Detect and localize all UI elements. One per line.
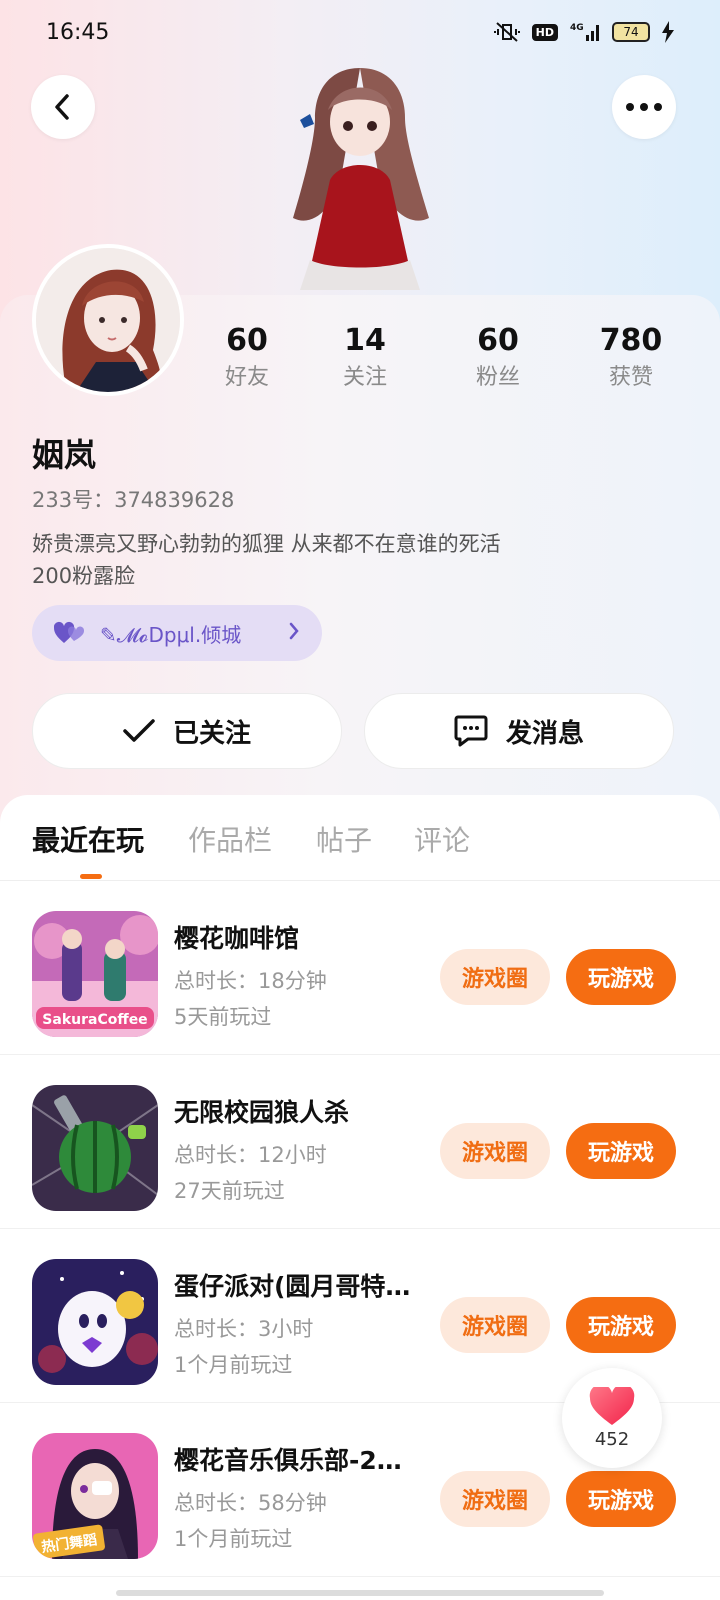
followed-label: 已关注 bbox=[172, 718, 251, 749]
game-title: 无限校园狼人杀 bbox=[174, 1098, 350, 1127]
game-duration: 总时长：3小时 bbox=[174, 1317, 314, 1341]
profile-id[interactable]: 233号：374839628 bbox=[32, 484, 234, 514]
tab-comments[interactable]: 评论 bbox=[414, 819, 470, 859]
play-game-button[interactable]: 玩游戏 bbox=[566, 1471, 676, 1527]
content-section: 最近在玩 作品栏 帖子 评论 SakuraCoffee 樱花咖啡馆 总时长：18… bbox=[0, 795, 720, 1600]
profile-name: 姻岚 bbox=[32, 436, 97, 474]
svg-text:4G: 4G bbox=[570, 23, 584, 33]
butterfly-icon bbox=[300, 114, 314, 128]
game-circle-button[interactable]: 游戏圈 bbox=[440, 1297, 550, 1353]
stat-value: 60 bbox=[477, 323, 519, 358]
status-bar: 16:45 HD 4G 74 bbox=[0, 0, 720, 64]
game-title: 樱花咖啡馆 bbox=[174, 924, 300, 953]
profile-bio: 娇贵漂亮又野心勃勃的狐狸 从来都不在意谁的死活 200粉露脸 bbox=[32, 528, 672, 592]
back-button[interactable] bbox=[31, 75, 95, 139]
tab-active-indicator bbox=[80, 874, 102, 879]
sakura-logo-text: SakuraCoffee bbox=[42, 1012, 147, 1028]
game-title: 蛋仔派对(圆月哥特… bbox=[174, 1272, 411, 1301]
sakura-coffee-icon[interactable]: SakuraCoffee bbox=[32, 911, 158, 1037]
tab-bar: 最近在玩 作品栏 帖子 评论 bbox=[0, 795, 720, 881]
game-list-item[interactable]: SakuraCoffee 樱花咖啡馆 总时长：18分钟 5天前玩过 游戏圈 玩游… bbox=[0, 881, 720, 1055]
game-list-item[interactable]: 无限校园狼人杀 总时长：12小时 27天前玩过 游戏圈 玩游戏 bbox=[0, 1055, 720, 1229]
stat-label: 获赞 bbox=[608, 365, 653, 390]
chevron-left-icon bbox=[55, 94, 69, 120]
stat-label: 粉丝 bbox=[475, 365, 520, 390]
followed-button[interactable]: 已关注 bbox=[32, 693, 342, 769]
stat-following[interactable]: 14 关注 bbox=[315, 322, 415, 396]
game-circle-button[interactable]: 游戏圈 bbox=[440, 1471, 550, 1527]
character-model-image bbox=[270, 60, 450, 300]
like-button[interactable]: 452 bbox=[562, 1368, 662, 1468]
game-last-played: 1个月前玩过 bbox=[174, 1353, 293, 1377]
profile-stats: 60 好友 14 关注 60 粉丝 780 获赞 bbox=[0, 322, 720, 402]
heart-icon bbox=[589, 1386, 635, 1425]
home-indicator bbox=[116, 1590, 604, 1596]
game-last-played: 1个月前玩过 bbox=[174, 1527, 293, 1551]
stat-value: 60 bbox=[226, 323, 268, 358]
music-club-icon[interactable]: 热门舞蹈 bbox=[32, 1433, 158, 1559]
play-game-button[interactable]: 玩游戏 bbox=[566, 1297, 676, 1353]
tab-posts[interactable]: 帖子 bbox=[316, 819, 372, 859]
guild-badge[interactable]: ✎𝓜𝓸Dpμl.倾城 bbox=[32, 605, 322, 661]
tab-recently-played[interactable]: 最近在玩 bbox=[32, 819, 144, 859]
game-duration: 总时长：58分钟 bbox=[174, 1491, 327, 1515]
vibrate-mute-icon bbox=[493, 21, 520, 43]
stat-value: 780 bbox=[599, 323, 663, 358]
stat-friends[interactable]: 60 好友 bbox=[197, 322, 297, 396]
game-duration: 总时长：18分钟 bbox=[174, 969, 327, 993]
send-message-label: 发消息 bbox=[505, 718, 584, 749]
stat-label: 好友 bbox=[224, 365, 269, 390]
chevron-right-icon bbox=[288, 621, 300, 646]
status-icons: HD 4G 74 bbox=[493, 21, 674, 43]
eggy-party-icon[interactable] bbox=[32, 1259, 158, 1385]
bio-line: 200粉露脸 bbox=[32, 564, 136, 588]
charging-icon bbox=[662, 21, 674, 43]
stat-fans[interactable]: 60 粉丝 bbox=[448, 322, 548, 396]
status-time: 16:45 bbox=[46, 19, 110, 45]
send-message-button[interactable]: 发消息 bbox=[364, 693, 674, 769]
game-last-played: 5天前玩过 bbox=[174, 1005, 272, 1029]
stat-likes[interactable]: 780 获赞 bbox=[581, 322, 681, 396]
like-count: 452 bbox=[594, 1428, 630, 1450]
game-duration: 总时长：12小时 bbox=[174, 1143, 327, 1167]
bio-line: 娇贵漂亮又野心勃勃的狐狸 从来都不在意谁的死活 bbox=[32, 532, 501, 556]
battery-icon: 74 bbox=[612, 22, 650, 42]
more-dots-icon bbox=[626, 103, 662, 111]
more-options-button[interactable] bbox=[612, 75, 676, 139]
tab-works[interactable]: 作品栏 bbox=[188, 819, 272, 859]
double-heart-icon bbox=[54, 621, 85, 643]
game-title: 樱花音乐俱乐部-2… bbox=[174, 1446, 402, 1475]
play-game-button[interactable]: 玩游戏 bbox=[566, 949, 676, 1005]
watermelon-icon[interactable] bbox=[32, 1085, 158, 1211]
stat-value: 14 bbox=[344, 323, 386, 358]
guild-name: ✎𝓜𝓸Dpμl.倾城 bbox=[100, 622, 242, 647]
chat-bubble-icon bbox=[454, 715, 488, 747]
play-game-button[interactable]: 玩游戏 bbox=[566, 1123, 676, 1179]
game-circle-button[interactable]: 游戏圈 bbox=[440, 949, 550, 1005]
hd-icon: HD bbox=[531, 23, 558, 41]
signal-icon: 4G bbox=[570, 21, 600, 43]
game-circle-button[interactable]: 游戏圈 bbox=[440, 1123, 550, 1179]
game-last-played: 27天前玩过 bbox=[174, 1179, 285, 1203]
checkmark-icon bbox=[123, 719, 155, 742]
stat-label: 关注 bbox=[342, 365, 387, 390]
